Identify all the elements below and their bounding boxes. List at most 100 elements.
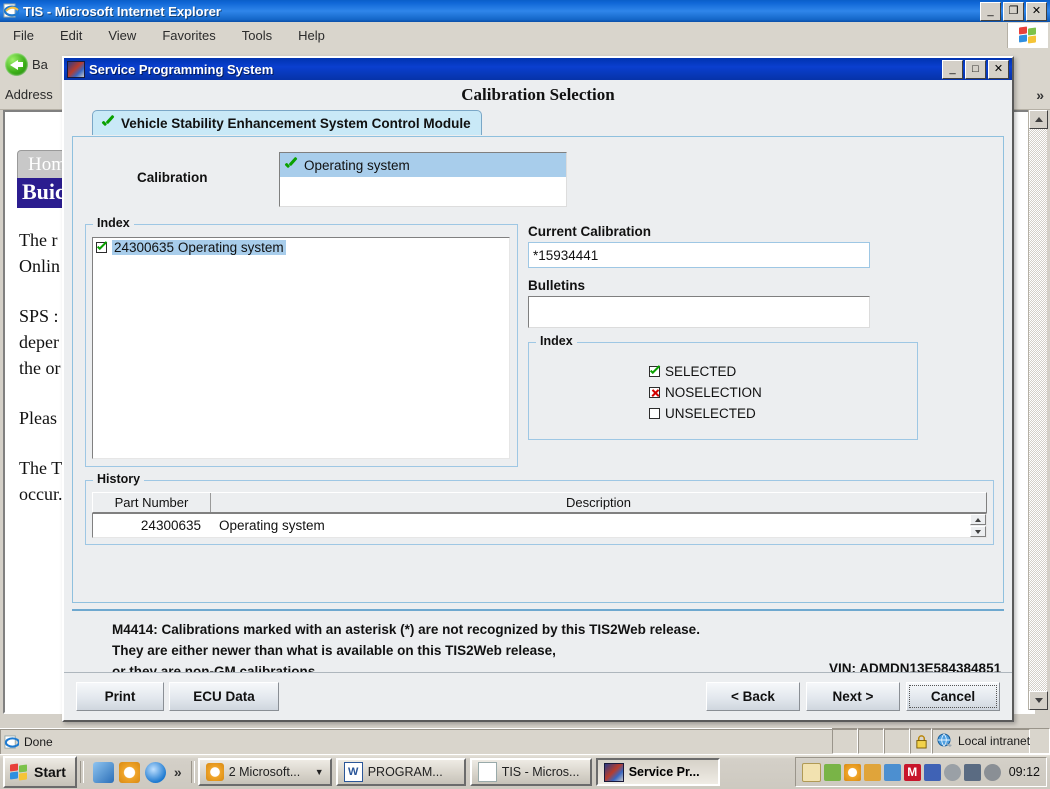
index-group-left: Index 24300635 Operating system bbox=[85, 224, 518, 467]
empty-box-icon bbox=[649, 408, 660, 419]
menu-item-edit[interactable]: Edit bbox=[47, 26, 95, 45]
calibration-listbox[interactable]: Operating system bbox=[279, 152, 567, 207]
page-vertical-scrollbar[interactable] bbox=[1028, 110, 1047, 710]
ie-icon bbox=[3, 3, 19, 19]
index-list-item-label: 24300635 Operating system bbox=[112, 240, 286, 255]
network-icon[interactable] bbox=[964, 764, 981, 781]
print-button[interactable]: Print bbox=[76, 682, 164, 711]
sps-heading-bar: Calibration Selection bbox=[64, 80, 1012, 110]
start-button[interactable]: Start bbox=[3, 756, 77, 788]
bulletins-label: Bulletins bbox=[528, 278, 994, 293]
quick-launch-overflow-chevron[interactable]: » bbox=[174, 764, 182, 780]
ecu-data-button[interactable]: ECU Data bbox=[169, 682, 279, 711]
clock-icon[interactable] bbox=[844, 764, 861, 781]
history-table: Part Number Description 24300635 Operati… bbox=[92, 492, 987, 538]
status-right-cells: Local intranet bbox=[832, 728, 1050, 754]
history-cell-part-number: 24300635 bbox=[93, 514, 211, 537]
sps-minimize-button[interactable]: _ bbox=[942, 60, 963, 79]
index-listbox[interactable]: 24300635 Operating system bbox=[92, 237, 510, 459]
legend-entry-selected: SELECTED bbox=[649, 361, 736, 382]
index-legend-group: Index SELECTED NOSELECTION UNSELECTED bbox=[528, 342, 918, 440]
windows-flag-logo bbox=[1007, 23, 1048, 48]
globe-mail-icon[interactable] bbox=[884, 764, 901, 781]
menu-item-file[interactable]: File bbox=[0, 26, 47, 45]
close-button[interactable]: ✕ bbox=[1026, 2, 1047, 21]
taskbar: Start » 2 Microsoft... ▼ W PROGRAM... TI… bbox=[0, 754, 1050, 789]
checked-green-box-icon bbox=[96, 242, 107, 253]
scroll-up-icon bbox=[975, 518, 981, 522]
history-column-description[interactable]: Description bbox=[211, 493, 986, 512]
tab-vehicle-stability-enhancement-system-control-module[interactable]: Vehicle Stability Enhancement System Con… bbox=[92, 110, 482, 135]
history-scroll-down-button[interactable] bbox=[970, 526, 986, 537]
taskbar-item-tis[interactable]: TIS - Micros... bbox=[470, 758, 592, 786]
tab-label: Vehicle Stability Enhancement System Con… bbox=[121, 116, 471, 131]
current-calibration-field[interactable]: *15934441 bbox=[528, 242, 870, 268]
calibration-list-item[interactable]: Operating system bbox=[280, 153, 566, 177]
padlock-icon bbox=[915, 734, 928, 749]
calibration-list-item-label: Operating system bbox=[304, 158, 410, 173]
calibration-label: Calibration bbox=[137, 170, 208, 185]
history-scroll-up-button[interactable] bbox=[970, 514, 986, 525]
key-icon[interactable] bbox=[864, 764, 881, 781]
taskbar-item-service-programming-system[interactable]: Service Pr... bbox=[596, 758, 720, 786]
system-tray: M 09:12 bbox=[795, 757, 1047, 787]
calibration-panel: Calibration Operating system Index 24300… bbox=[72, 136, 1004, 603]
volume-icon[interactable] bbox=[944, 764, 961, 781]
history-scrollbar[interactable] bbox=[970, 514, 986, 537]
sps-close-button[interactable]: ✕ bbox=[988, 60, 1009, 79]
start-button-label: Start bbox=[34, 764, 66, 780]
scroll-up-button[interactable] bbox=[1029, 110, 1048, 129]
toolbar-overflow-chevron[interactable]: » bbox=[1036, 87, 1044, 103]
message-line-2: They are either newer than what is avail… bbox=[112, 640, 700, 661]
back-button[interactable]: Ba bbox=[0, 53, 48, 76]
ie-icon bbox=[4, 735, 19, 750]
sps-maximize-button[interactable]: □ bbox=[965, 60, 986, 79]
status-security-cell bbox=[910, 728, 932, 754]
back-arrow-icon bbox=[5, 53, 28, 76]
back-button[interactable]: < Back bbox=[706, 682, 800, 711]
legend-entry-noselection-label: NOSELECTION bbox=[665, 382, 762, 403]
minimize-icon: _ bbox=[943, 61, 962, 78]
history-group-legend: History bbox=[93, 472, 144, 486]
next-button[interactable]: Next > bbox=[806, 682, 900, 711]
settings-icon[interactable] bbox=[984, 764, 1001, 781]
menu-item-favorites[interactable]: Favorites bbox=[149, 26, 228, 45]
restore-button[interactable]: ❐ bbox=[1003, 2, 1024, 21]
sync-icon[interactable] bbox=[824, 764, 841, 781]
maximize-icon: □ bbox=[966, 61, 985, 78]
back-button-label: Ba bbox=[32, 57, 48, 72]
current-calibration-value: *15934441 bbox=[533, 248, 598, 263]
clock-app-icon bbox=[206, 763, 224, 781]
minimize-button[interactable]: _ bbox=[980, 2, 1001, 21]
bulletins-field[interactable] bbox=[528, 296, 870, 328]
cancel-button[interactable]: Cancel bbox=[906, 682, 1000, 711]
browser-menubar: File Edit View Favorites Tools Help bbox=[0, 22, 1050, 50]
taskbar-clock[interactable]: 09:12 bbox=[1009, 765, 1040, 779]
taskbar-item-2-microsoft[interactable]: 2 Microsoft... ▼ bbox=[198, 758, 332, 786]
menu-item-view[interactable]: View bbox=[95, 26, 149, 45]
index-group-left-legend: Index bbox=[93, 216, 134, 230]
history-column-part-number[interactable]: Part Number bbox=[93, 493, 211, 512]
word-icon: W bbox=[344, 762, 363, 782]
clock-app-icon[interactable] bbox=[119, 762, 140, 783]
current-calibration-label: Current Calibration bbox=[528, 224, 994, 239]
close-icon: ✕ bbox=[1027, 3, 1046, 20]
index-list-item[interactable]: 24300635 Operating system bbox=[93, 238, 509, 257]
taskbar-separator bbox=[80, 761, 84, 783]
show-desktop-icon[interactable] bbox=[93, 762, 114, 783]
taskbar-item-program[interactable]: W PROGRAM... bbox=[336, 758, 466, 786]
ie-icon[interactable] bbox=[145, 762, 166, 783]
table-row[interactable]: 24300635 Operating system bbox=[92, 513, 987, 538]
status-cell-c bbox=[884, 728, 910, 754]
menu-item-tools[interactable]: Tools bbox=[229, 26, 285, 45]
mail-icon[interactable] bbox=[802, 763, 821, 782]
page-title: Calibration Selection bbox=[461, 85, 614, 105]
book-icon[interactable] bbox=[924, 764, 941, 781]
chevron-down-icon[interactable]: ▼ bbox=[315, 767, 324, 777]
sps-window-buttons: _ □ ✕ bbox=[942, 60, 1009, 79]
red-x-box-icon bbox=[649, 387, 660, 398]
menu-item-help[interactable]: Help bbox=[285, 26, 338, 45]
status-zone-cell: Local intranet bbox=[932, 728, 1050, 754]
mcafee-icon[interactable]: M bbox=[904, 764, 921, 781]
scroll-down-button[interactable] bbox=[1029, 691, 1048, 710]
